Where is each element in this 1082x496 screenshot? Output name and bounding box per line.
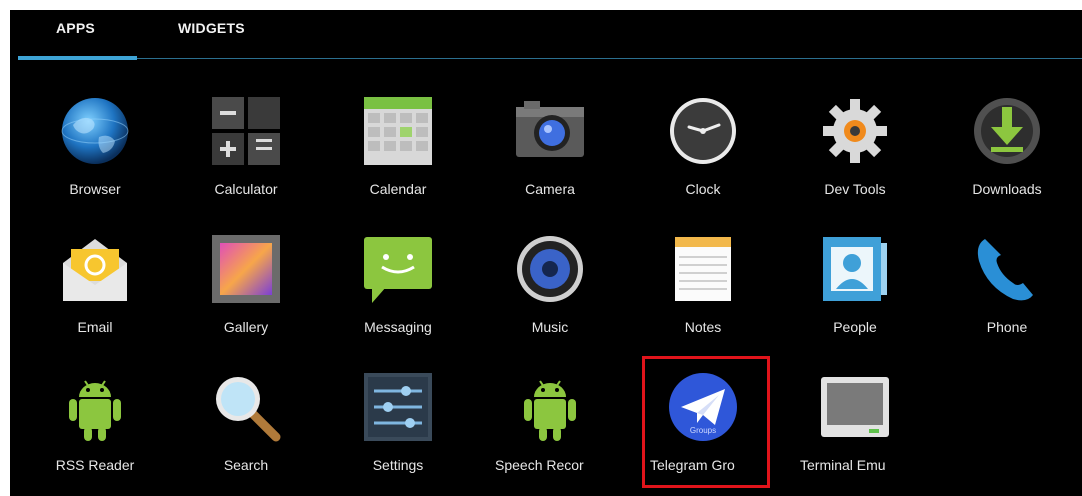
clock-icon: [667, 95, 739, 167]
app-notes[interactable]: Notes: [628, 228, 778, 348]
calculator-icon: [210, 95, 282, 167]
settings-icon: [362, 371, 434, 443]
app-label: Music: [531, 319, 569, 335]
app-label: Gallery: [223, 319, 269, 335]
app-music[interactable]: Music: [475, 228, 625, 348]
app-email[interactable]: Email: [20, 228, 170, 348]
app-label: Terminal Emu: [800, 457, 886, 473]
active-tab-indicator: [18, 56, 137, 60]
app-label: People: [833, 319, 877, 335]
tab-bar: APPS WIDGETS: [10, 10, 1082, 68]
app-terminal-emulator[interactable]: Terminal Emu: [780, 366, 930, 486]
app-label: Dev Tools: [824, 181, 886, 197]
app-dev-tools[interactable]: Dev Tools: [780, 90, 930, 210]
app-calculator[interactable]: Calculator: [171, 90, 321, 210]
android-icon: [514, 371, 586, 443]
app-clock[interactable]: Clock: [628, 90, 778, 210]
messaging-icon: [362, 233, 434, 305]
app-label: Settings: [372, 457, 424, 473]
app-downloads[interactable]: Downloads: [932, 90, 1082, 210]
app-gallery[interactable]: Gallery: [171, 228, 321, 348]
camera-icon: [514, 95, 586, 167]
contacts-icon: [819, 233, 891, 305]
app-label: Phone: [986, 319, 1028, 335]
app-label: Search: [223, 457, 269, 473]
app-label: Downloads: [972, 181, 1042, 197]
notes-icon: [667, 233, 739, 305]
app-messaging[interactable]: Messaging: [323, 228, 473, 348]
speaker-icon: [514, 233, 586, 305]
gallery-icon: [210, 233, 282, 305]
tab-widgets[interactable]: WIDGETS: [178, 20, 245, 40]
app-people[interactable]: People: [780, 228, 930, 348]
tab-apps[interactable]: APPS: [56, 20, 95, 40]
app-search[interactable]: Search: [171, 366, 321, 486]
app-label: Clock: [685, 181, 721, 197]
terminal-icon: [819, 371, 891, 443]
android-icon: [59, 371, 131, 443]
app-speech-recorder[interactable]: Speech Recor: [475, 366, 625, 486]
app-browser[interactable]: Browser: [20, 90, 170, 210]
magnifier-icon: [210, 371, 282, 443]
email-icon: [59, 233, 131, 305]
app-label: Email: [77, 319, 113, 335]
app-settings[interactable]: Settings: [323, 366, 473, 486]
app-rss-reader[interactable]: RSS Reader: [20, 366, 170, 486]
selection-highlight: [642, 356, 770, 488]
download-icon: [971, 95, 1043, 167]
app-label: Notes: [684, 319, 722, 335]
app-camera[interactable]: Camera: [475, 90, 625, 210]
app-label: RSS Reader: [55, 457, 135, 473]
app-label: Messaging: [364, 319, 432, 335]
app-label: Browser: [69, 181, 121, 197]
tab-divider: [137, 58, 1082, 59]
app-phone[interactable]: Phone: [932, 228, 1082, 348]
gear-icon: [819, 95, 891, 167]
app-calendar[interactable]: Calendar: [323, 90, 473, 210]
calendar-icon: [362, 95, 434, 167]
browser-icon: [59, 95, 131, 167]
phone-icon: [971, 233, 1043, 305]
app-label: Calendar: [369, 181, 427, 197]
app-label: Speech Recor: [495, 457, 584, 473]
app-drawer: APPS WIDGETS Browser Calculator Calendar…: [10, 10, 1082, 496]
app-label: Camera: [525, 181, 575, 197]
app-label: Calculator: [214, 181, 278, 197]
